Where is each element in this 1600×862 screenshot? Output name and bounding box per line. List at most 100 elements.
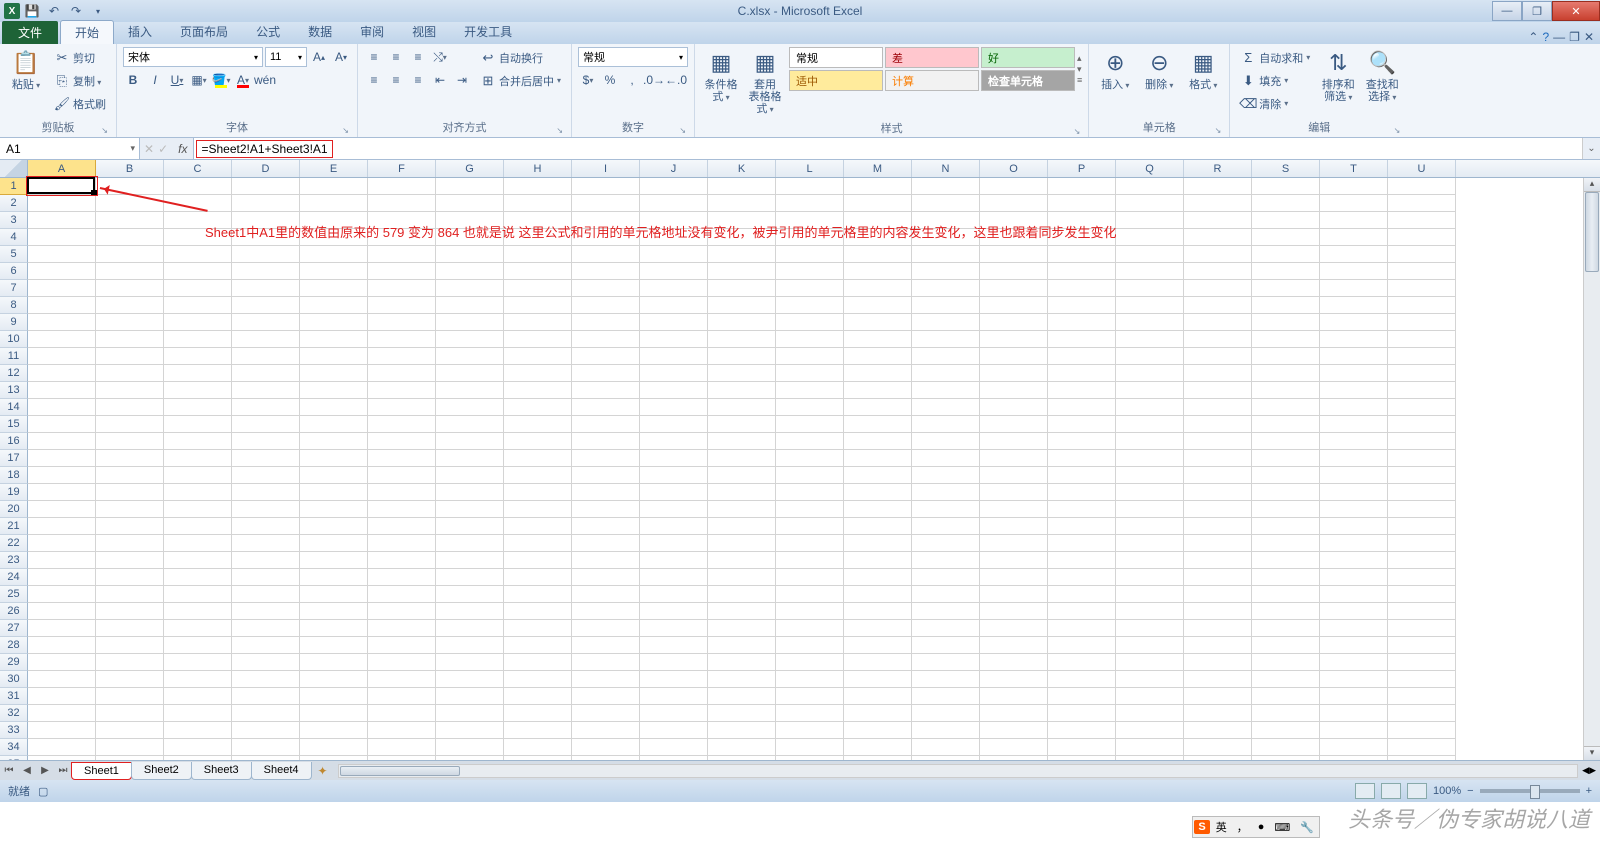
cell-J28[interactable] bbox=[640, 637, 708, 654]
cell-E26[interactable] bbox=[300, 603, 368, 620]
cell-S9[interactable] bbox=[1252, 314, 1320, 331]
format-as-table-button[interactable]: ▦套用 表格格式 bbox=[745, 47, 785, 118]
cell-S17[interactable] bbox=[1252, 450, 1320, 467]
qat-redo-icon[interactable]: ↷ bbox=[66, 2, 86, 20]
cell-Q16[interactable] bbox=[1116, 433, 1184, 450]
cell-N1[interactable] bbox=[912, 178, 980, 195]
cell-G5[interactable] bbox=[436, 246, 504, 263]
cell-O15[interactable] bbox=[980, 416, 1048, 433]
cell-H20[interactable] bbox=[504, 501, 572, 518]
ribbon-minimize-icon[interactable]: ⌃ bbox=[1528, 30, 1538, 44]
cell-M1[interactable] bbox=[844, 178, 912, 195]
cell-F12[interactable] bbox=[368, 365, 436, 382]
cell-Q26[interactable] bbox=[1116, 603, 1184, 620]
cell-Q21[interactable] bbox=[1116, 518, 1184, 535]
cell-D9[interactable] bbox=[232, 314, 300, 331]
cell-R19[interactable] bbox=[1184, 484, 1252, 501]
cell-E27[interactable] bbox=[300, 620, 368, 637]
cell-H18[interactable] bbox=[504, 467, 572, 484]
cell-P31[interactable] bbox=[1048, 688, 1116, 705]
cell-F2[interactable] bbox=[368, 195, 436, 212]
cell-K18[interactable] bbox=[708, 467, 776, 484]
help-icon[interactable]: ? bbox=[1542, 30, 1549, 44]
grid[interactable]: ABCDEFGHIJKLMNOPQRSTU 186423456789101112… bbox=[0, 160, 1600, 760]
cell-Q20[interactable] bbox=[1116, 501, 1184, 518]
cell-C29[interactable] bbox=[164, 654, 232, 671]
cell-M12[interactable] bbox=[844, 365, 912, 382]
ime-toolbar[interactable]: S 英 ， ● ⌨ 🔧 bbox=[1192, 816, 1320, 838]
cell-C30[interactable] bbox=[164, 671, 232, 688]
ime-settings-icon[interactable]: 🔧 bbox=[1296, 820, 1318, 835]
row-header-19[interactable]: 19 bbox=[0, 484, 28, 501]
cell-R26[interactable] bbox=[1184, 603, 1252, 620]
cell-E34[interactable] bbox=[300, 739, 368, 756]
cell-R12[interactable] bbox=[1184, 365, 1252, 382]
cell-R11[interactable] bbox=[1184, 348, 1252, 365]
cell-R18[interactable] bbox=[1184, 467, 1252, 484]
cell-B14[interactable] bbox=[96, 399, 164, 416]
cell-P7[interactable] bbox=[1048, 280, 1116, 297]
cell-E28[interactable] bbox=[300, 637, 368, 654]
cell-T23[interactable] bbox=[1320, 552, 1388, 569]
cell-J20[interactable] bbox=[640, 501, 708, 518]
cell-P8[interactable] bbox=[1048, 297, 1116, 314]
cell-H16[interactable] bbox=[504, 433, 572, 450]
cell-N33[interactable] bbox=[912, 722, 980, 739]
cell-P21[interactable] bbox=[1048, 518, 1116, 535]
cell-U23[interactable] bbox=[1388, 552, 1456, 569]
cell-K20[interactable] bbox=[708, 501, 776, 518]
cell-M31[interactable] bbox=[844, 688, 912, 705]
row-header-34[interactable]: 34 bbox=[0, 739, 28, 756]
cell-C26[interactable] bbox=[164, 603, 232, 620]
cell-C7[interactable] bbox=[164, 280, 232, 297]
cell-F7[interactable] bbox=[368, 280, 436, 297]
cell-O29[interactable] bbox=[980, 654, 1048, 671]
sheet-nav-next[interactable]: ▶ bbox=[36, 765, 54, 776]
font-family-select[interactable]: 宋体▾ bbox=[123, 47, 263, 67]
cell-B5[interactable] bbox=[96, 246, 164, 263]
cell-M23[interactable] bbox=[844, 552, 912, 569]
row-header-17[interactable]: 17 bbox=[0, 450, 28, 467]
cell-E32[interactable] bbox=[300, 705, 368, 722]
cell-J21[interactable] bbox=[640, 518, 708, 535]
cell-N12[interactable] bbox=[912, 365, 980, 382]
cell-F9[interactable] bbox=[368, 314, 436, 331]
cell-M22[interactable] bbox=[844, 535, 912, 552]
cell-B13[interactable] bbox=[96, 382, 164, 399]
cell-R3[interactable] bbox=[1184, 212, 1252, 229]
cell-C32[interactable] bbox=[164, 705, 232, 722]
cell-G6[interactable] bbox=[436, 263, 504, 280]
cell-K12[interactable] bbox=[708, 365, 776, 382]
cell-G9[interactable] bbox=[436, 314, 504, 331]
cell-H9[interactable] bbox=[504, 314, 572, 331]
cell-B28[interactable] bbox=[96, 637, 164, 654]
cell-D26[interactable] bbox=[232, 603, 300, 620]
cell-I5[interactable] bbox=[572, 246, 640, 263]
row-header-16[interactable]: 16 bbox=[0, 433, 28, 450]
cell-B17[interactable] bbox=[96, 450, 164, 467]
cell-S28[interactable] bbox=[1252, 637, 1320, 654]
cell-C8[interactable] bbox=[164, 297, 232, 314]
cell-N2[interactable] bbox=[912, 195, 980, 212]
format-cells-button[interactable]: ▦格式 bbox=[1183, 47, 1223, 94]
scroll-up-icon[interactable]: ▴ bbox=[1584, 178, 1600, 192]
sheet-nav-last[interactable]: ⏭ bbox=[54, 765, 72, 776]
cell-R20[interactable] bbox=[1184, 501, 1252, 518]
cell-L9[interactable] bbox=[776, 314, 844, 331]
cell-H15[interactable] bbox=[504, 416, 572, 433]
col-header-S[interactable]: S bbox=[1252, 160, 1320, 177]
cell-Q29[interactable] bbox=[1116, 654, 1184, 671]
ime-halfwidth[interactable]: ● bbox=[1254, 820, 1269, 834]
cell-M13[interactable] bbox=[844, 382, 912, 399]
cell-U18[interactable] bbox=[1388, 467, 1456, 484]
cell-L23[interactable] bbox=[776, 552, 844, 569]
cell-M18[interactable] bbox=[844, 467, 912, 484]
cell-T14[interactable] bbox=[1320, 399, 1388, 416]
cell-T33[interactable] bbox=[1320, 722, 1388, 739]
cell-E16[interactable] bbox=[300, 433, 368, 450]
cell-U17[interactable] bbox=[1388, 450, 1456, 467]
cell-P6[interactable] bbox=[1048, 263, 1116, 280]
cell-B3[interactable] bbox=[96, 212, 164, 229]
cell-P9[interactable] bbox=[1048, 314, 1116, 331]
cell-A13[interactable] bbox=[28, 382, 96, 399]
